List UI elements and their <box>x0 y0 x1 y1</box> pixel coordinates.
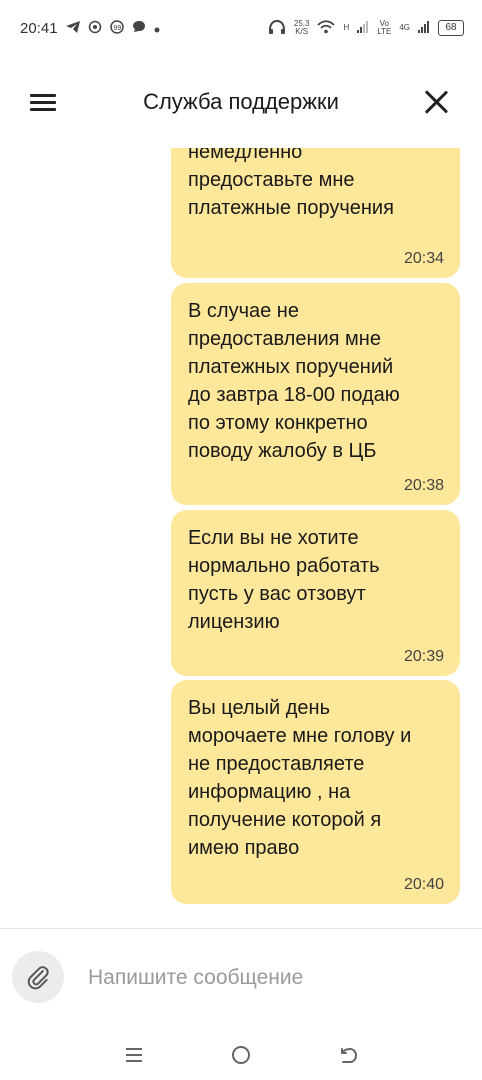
hamburger-menu-icon[interactable] <box>30 94 56 112</box>
message-bubble: Вы целый день морочаете мне голову и не … <box>171 680 460 904</box>
home-icon <box>231 1046 250 1064</box>
net-speed-unit: K/S <box>295 27 309 36</box>
message-text: немедленно предоставьте мне платежные по… <box>188 148 394 219</box>
chat-message-list[interactable]: немедленно предоставьте мне платежные по… <box>0 148 482 918</box>
svg-text:99: 99 <box>113 25 121 32</box>
attach-button[interactable] <box>12 951 64 1003</box>
volte-label: Vo LTE <box>377 19 392 36</box>
system-nav-bar <box>0 1030 482 1080</box>
message-bubble: В случае не предоставления мне платежных… <box>171 283 460 505</box>
message-time: 20:38 <box>403 477 444 494</box>
composer-divider <box>0 928 482 929</box>
signal-icon-2 <box>418 20 430 36</box>
message-bubble: Если вы не хотите нормально работать пус… <box>171 510 460 676</box>
message-input[interactable] <box>86 958 460 998</box>
page-title: Служба поддержки <box>143 89 339 114</box>
net-speed: 25,3 K/S <box>294 20 310 36</box>
telegram-icon <box>65 20 80 36</box>
vpn-icon <box>88 20 102 37</box>
chat-icon <box>132 20 146 36</box>
message-text: Если вы не хотите нормально работать пус… <box>188 527 380 633</box>
message-text: В случае не предоставления мне платежных… <box>188 300 400 462</box>
message-bubble: немедленно предоставьте мне платежные по… <box>171 148 460 278</box>
message-time: 20:34 <box>403 250 444 267</box>
battery-indicator: 68 <box>438 20 464 36</box>
status-bar: 20:41 99 25,3 K/S H Vo LTE 4G 68 <box>0 0 482 56</box>
dot-icon <box>154 21 160 36</box>
quote-icon: 99 <box>109 19 124 37</box>
network-type: 4G <box>399 23 410 32</box>
status-right: 25,3 K/S H Vo LTE 4G 68 <box>268 19 464 38</box>
signal-icon <box>357 20 369 36</box>
back-icon <box>341 1048 358 1063</box>
message-text: Вы целый день морочаете мне голову и не … <box>188 697 412 859</box>
recent-apps-icon <box>125 1048 142 1062</box>
message-time: 20:39 <box>403 648 444 665</box>
message-time: 20:40 <box>403 876 444 893</box>
status-time: 20:41 <box>20 19 58 37</box>
home-button[interactable] <box>221 1035 261 1075</box>
paperclip-icon <box>27 966 49 990</box>
signal-h: H <box>343 23 350 32</box>
close-icon[interactable] <box>424 90 448 114</box>
back-button[interactable] <box>328 1035 368 1075</box>
headphones-icon <box>268 19 286 38</box>
app-header: Служба поддержки <box>0 72 482 132</box>
wifi-icon <box>317 19 336 37</box>
status-left: 20:41 99 <box>20 20 160 37</box>
recent-apps-button[interactable] <box>114 1035 154 1075</box>
